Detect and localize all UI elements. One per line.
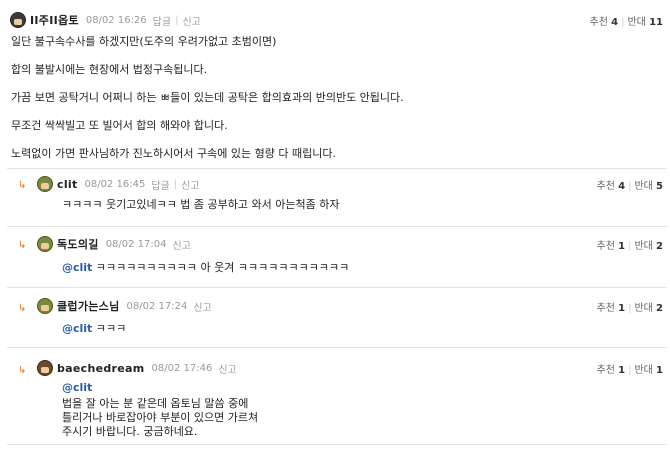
divider: | — [173, 178, 178, 190]
author-nickname[interactable]: 클럽가는스님 — [57, 298, 120, 314]
oppose-count: 11 — [649, 17, 663, 28]
report-link[interactable]: 신고 — [182, 13, 200, 28]
comment-text-line: @clit ㅋㅋㅋㅋㅋㅋㅋㅋㅋㅋ 아 웃겨 ㅋㅋㅋㅋㅋㅋㅋㅋㅋㅋㅋ — [62, 259, 349, 275]
comment-text-line: ㅋㅋㅋㅋ 웃기고있네ㅋㅋ 법 좀 공부하고 와서 아는척좀 하자 — [62, 198, 340, 211]
oppose-button[interactable]: 반대 2 — [634, 303, 663, 314]
report-link[interactable]: 신고 — [193, 299, 211, 314]
comment-text-line: 가끔 보면 공탁거니 어쩌니 하는 ㅃ들이 있는데 공탁은 합의효과의 반의반도… — [11, 91, 404, 104]
vote-box: 추천 1 | 반대 2 — [596, 303, 664, 314]
author-nickname[interactable]: 독도의길 — [57, 236, 99, 252]
comment-text-line: 주시기 바랍니다. 궁금하네요. — [62, 425, 198, 438]
recommend-count: 4 — [611, 17, 619, 28]
recommend-button[interactable]: 추천 1 — [597, 365, 626, 376]
reply-arrow-icon: ↳ — [18, 303, 27, 314]
divider — [7, 444, 667, 445]
comment-date: 08/02 16:26 — [85, 14, 147, 26]
reply-arrow-icon: ↳ — [18, 180, 27, 191]
oppose-count: 2 — [656, 241, 663, 252]
mention-link[interactable]: @clit — [62, 381, 92, 394]
avatar-icon[interactable] — [37, 236, 53, 252]
comment-text-line: 일단 불구속수사를 하겠지만(도주의 우려가없고 초범이면) — [11, 35, 277, 48]
divider — [7, 168, 667, 169]
comment-date: 08/02 17:46 — [151, 362, 213, 374]
recommend-button[interactable]: 추천 4 — [597, 181, 626, 192]
recommend-button[interactable]: 추천 1 — [597, 303, 626, 314]
recommend-count: 1 — [618, 303, 626, 314]
divider — [7, 287, 667, 288]
vote-box: 추천 4 | 반대 5 — [596, 181, 664, 192]
comment-text: ㅋㅋㅋ — [95, 322, 127, 335]
oppose-count: 5 — [656, 181, 663, 192]
comment-date: 08/02 16:45 — [84, 178, 146, 190]
mention-link[interactable]: @clit — [62, 322, 92, 335]
avatar-icon[interactable] — [37, 176, 53, 192]
avatar-icon[interactable] — [37, 360, 53, 376]
reply-arrow-icon: ↳ — [18, 365, 27, 376]
reply-link[interactable]: 답글 — [151, 177, 169, 192]
recommend-count: 4 — [618, 181, 626, 192]
reply-link[interactable]: 답글 — [153, 13, 171, 28]
recommend-button[interactable]: 추천 1 — [597, 241, 626, 252]
reply-arrow-icon: ↳ — [18, 240, 27, 251]
recommend-button[interactable]: 추천 4 — [590, 17, 619, 28]
oppose-button[interactable]: 반대 11 — [627, 17, 663, 28]
oppose-button[interactable]: 반대 2 — [634, 241, 663, 252]
vote-box: 추천 1 | 반대 2 — [596, 241, 664, 252]
report-link[interactable]: 신고 — [173, 237, 191, 252]
comment-date: 08/02 17:24 — [126, 300, 188, 312]
comment-text-line: @clit ㅋㅋㅋ — [62, 320, 126, 336]
comment-thread: II주II옵토 08/02 16:26 답글 | 신고 추천 4 | 반대 11 일… — [0, 0, 670, 450]
vote-box: 추천 4 | 반대 11 — [589, 17, 663, 28]
divider: | — [175, 14, 179, 26]
recommend-count: 1 — [618, 241, 626, 252]
author-nickname[interactable]: clit — [57, 178, 78, 191]
comment-text-line: 무조건 싹싹빌고 또 빌어서 합의 해와야 합니다. — [11, 119, 228, 132]
avatar-icon[interactable] — [37, 298, 53, 314]
vote-box: 추천 1 | 반대 1 — [596, 365, 664, 376]
divider — [7, 347, 667, 348]
comment-text-line: 노력없이 가면 판사님하가 진노하시어서 구속에 있는 형량 다 때립니다. — [11, 147, 336, 160]
mention-link[interactable]: @clit — [62, 261, 92, 274]
oppose-button[interactable]: 반대 5 — [634, 181, 663, 192]
author-nickname[interactable]: baechedream — [57, 362, 145, 375]
oppose-count: 1 — [656, 365, 663, 376]
oppose-button[interactable]: 반대 1 — [634, 365, 663, 376]
report-link[interactable]: 신고 — [218, 361, 236, 376]
divider — [7, 226, 667, 227]
comment-text: ㅋㅋㅋㅋㅋㅋㅋㅋㅋㅋ 아 웃겨 ㅋㅋㅋㅋㅋㅋㅋㅋㅋㅋㅋ — [95, 261, 350, 274]
report-link[interactable]: 신고 — [181, 177, 199, 192]
comment-text-line: 합의 불발시에는 현장에서 법정구속됩니다. — [11, 63, 208, 76]
oppose-count: 2 — [656, 303, 663, 314]
comment-date: 08/02 17:04 — [105, 238, 167, 250]
author-nickname[interactable]: II주II옵토 — [30, 12, 79, 28]
avatar-icon[interactable] — [10, 12, 26, 28]
recommend-count: 1 — [618, 365, 626, 376]
